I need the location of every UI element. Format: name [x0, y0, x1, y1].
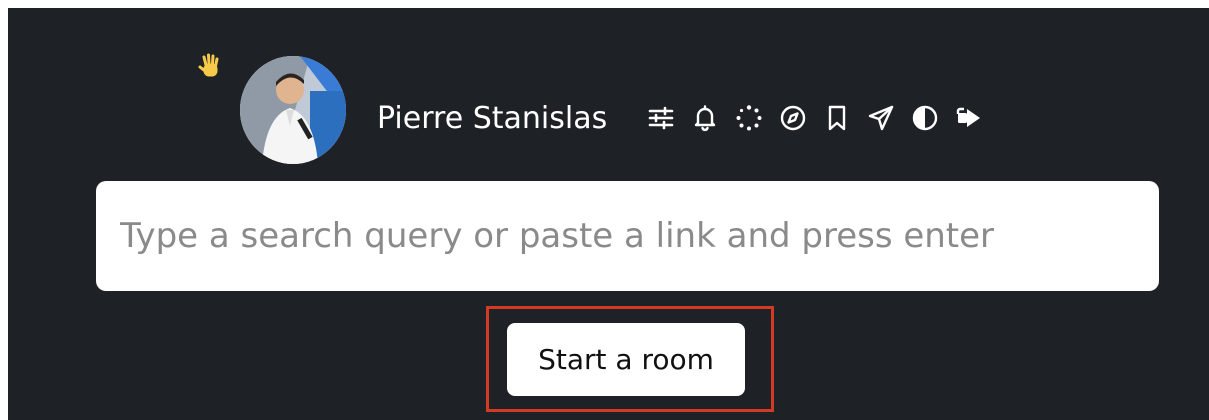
waving-hand-icon [195, 52, 225, 82]
user-avatar[interactable] [240, 56, 346, 164]
loading-dots-icon[interactable] [732, 101, 766, 135]
logout-icon[interactable] [952, 101, 986, 135]
send-icon[interactable] [864, 101, 898, 135]
bookmark-icon[interactable] [820, 101, 854, 135]
search-input[interactable] [96, 181, 1159, 291]
start-room-button[interactable]: Start a room [507, 323, 745, 396]
sliders-icon[interactable] [644, 101, 678, 135]
bell-icon[interactable] [688, 101, 722, 135]
contrast-icon[interactable] [908, 101, 942, 135]
search-box [96, 181, 1159, 291]
header-toolbar [644, 101, 996, 135]
user-name: Pierre Stanislas [377, 101, 608, 136]
compass-icon[interactable] [776, 101, 810, 135]
